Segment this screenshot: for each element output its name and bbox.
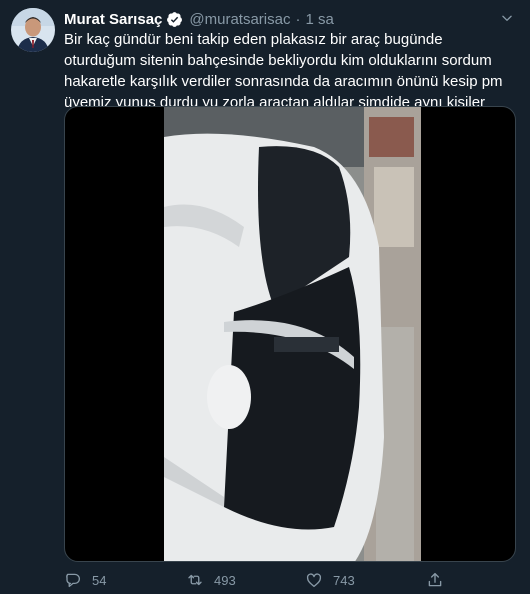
display-name[interactable]: Murat Sarısaç <box>64 11 162 28</box>
avatar-image <box>11 8 55 52</box>
like-button[interactable]: 743 <box>305 571 355 589</box>
video-player[interactable] <box>64 106 516 562</box>
retweet-icon <box>188 574 202 586</box>
heart-icon <box>306 573 322 588</box>
tweet[interactable]: Murat Sarısaç @muratsarisac · 1 sa Bir k… <box>0 0 530 594</box>
reply-button[interactable]: 54 <box>64 571 174 589</box>
tweet-actions: 54 493 743 <box>64 570 516 590</box>
tweet-header: Murat Sarısaç @muratsarisac · 1 sa <box>64 9 334 29</box>
like-count: 743 <box>333 572 355 588</box>
video-frame <box>164 107 421 561</box>
reply-count: 54 <box>92 572 107 588</box>
reply-icon <box>66 573 81 588</box>
handle[interactable]: @muratsarisac <box>189 11 290 28</box>
retweet-button[interactable]: 493 <box>186 571 236 589</box>
share-icon <box>428 572 442 587</box>
share-button[interactable] <box>426 571 444 589</box>
timestamp[interactable]: 1 sa <box>305 11 333 28</box>
separator-dot: · <box>295 10 301 28</box>
avatar[interactable] <box>11 8 55 52</box>
verified-badge-icon <box>166 11 183 28</box>
retweet-count: 493 <box>214 572 236 588</box>
chevron-down-icon[interactable] <box>498 9 516 27</box>
